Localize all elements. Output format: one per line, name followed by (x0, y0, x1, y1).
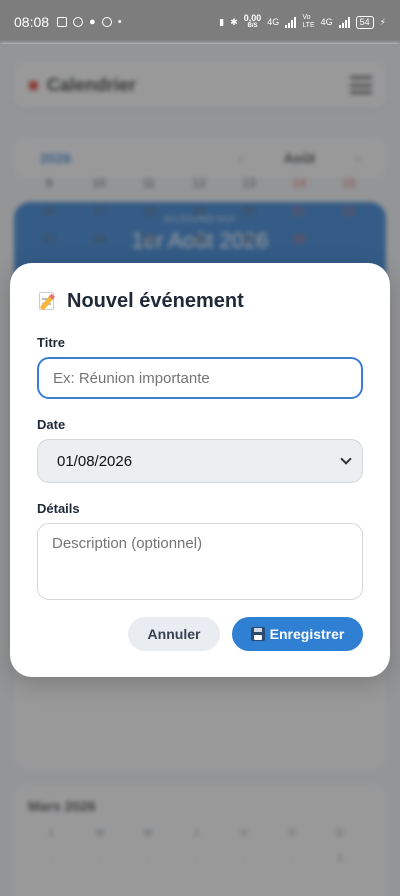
modal-title-text: Nouvel événement (67, 289, 244, 312)
modal-title: Nouvel événement (37, 289, 363, 313)
date-value: 01/08/2026 (57, 452, 133, 470)
details-label: Détails (37, 501, 80, 516)
signal-icon-2 (338, 16, 350, 28)
status-time: 08:08 (14, 14, 50, 30)
volte-bottom: LTE (302, 22, 315, 29)
chevron-down-icon (340, 452, 352, 465)
data-rate: 0,00 B/S (244, 14, 262, 30)
new-event-modal: Nouvel événement Titre Date 01/08/2026 D… (10, 263, 390, 677)
battery-icon: 54 (355, 15, 374, 29)
notification-icons: ● • (57, 16, 122, 28)
data-rate-value: 0,00 (243, 13, 262, 23)
vibrate-icon: ▮ (219, 16, 225, 27)
charging-icon: ⚡ (379, 16, 386, 27)
volte-label: Vo LTE (302, 14, 314, 30)
snapchat-icon: ● (89, 16, 96, 28)
save-button[interactable]: Enregistrer (232, 617, 363, 651)
cancel-button[interactable]: Annuler (128, 617, 220, 651)
date-label: Date (37, 417, 66, 432)
memo-icon (37, 290, 59, 312)
facebook-icon (73, 17, 84, 27)
whatsapp-icon (101, 17, 112, 27)
title-input[interactable] (37, 357, 363, 399)
date-select[interactable]: 01/08/2026 (37, 439, 363, 483)
floppy-disk-icon (250, 627, 265, 641)
save-button-label: Enregistrer (269, 626, 345, 642)
bluetooth-icon: ✱ (230, 16, 238, 27)
modal-actions: Annuler Enregistrer (128, 617, 363, 651)
details-textarea[interactable] (37, 523, 363, 600)
network-4g-2: 4G (320, 17, 333, 27)
signal-icon-1 (285, 16, 297, 28)
volte-top: Vo (302, 14, 311, 21)
status-bar: 08:08 ● • ▮ ✱ 0,00 B/S 4G Vo LTE 4G 54 ⚡ (0, 0, 400, 44)
instagram-icon (57, 17, 68, 27)
system-icons: ▮ ✱ 0,00 B/S 4G Vo LTE 4G 54 ⚡ (219, 14, 386, 30)
network-4g-1: 4G (267, 17, 280, 27)
title-label: Titre (37, 335, 65, 350)
data-rate-unit: B/S (247, 23, 258, 29)
more-notifications-icon: • (117, 16, 122, 28)
